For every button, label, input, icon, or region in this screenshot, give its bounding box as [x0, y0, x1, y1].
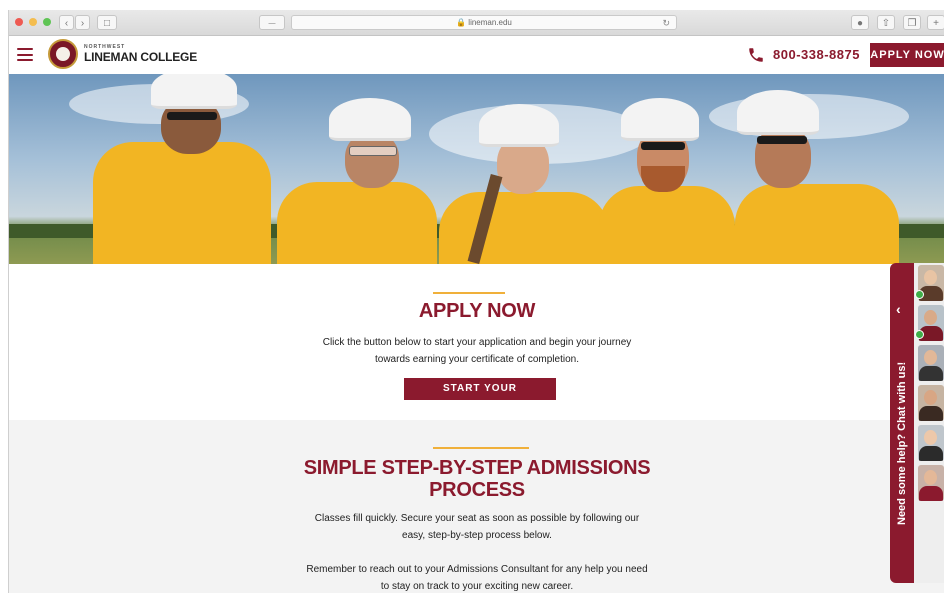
admissions-process-section: SIMPLE STEP-BY-STEP ADMISSIONS PROCESS C… — [9, 420, 944, 593]
section-divider — [433, 447, 529, 449]
online-status-icon — [915, 290, 924, 299]
chat-widget[interactable]: ‹ Need some help? Chat with us! — [890, 263, 944, 583]
online-status-icon — [915, 330, 924, 339]
chevron-left-icon[interactable]: ‹ — [896, 301, 901, 317]
apply-now-section: APPLY NOW Click the button below to star… — [9, 264, 944, 420]
shield-icon[interactable]: — — [259, 15, 285, 30]
new-tab-button[interactable]: + — [927, 15, 944, 30]
share-icon[interactable]: ⇧ — [877, 15, 895, 30]
minimize-window-button[interactable] — [29, 18, 37, 26]
process-heading-line-1: SIMPLE STEP-BY-STEP ADMISSIONS — [303, 457, 651, 479]
apply-description-line-2: towards earning your certificate of comp… — [375, 354, 579, 365]
hero-image — [9, 74, 944, 264]
browser-toolbar: ‹ › □ — 🔒 lineman.edu ↻ ● ⇧ ❐ + — [9, 10, 944, 36]
browser-window: ‹ › □ — 🔒 lineman.edu ↻ ● ⇧ ❐ + NORTHWES… — [8, 10, 944, 593]
apply-description-line-1: Click the button below to start your app… — [322, 337, 632, 348]
process-paragraph-1-line-2: easy, step-by-step process below. — [402, 530, 552, 541]
forward-button[interactable]: › — [75, 15, 90, 30]
agent-avatar[interactable] — [918, 385, 944, 421]
extension-icon[interactable]: ● — [851, 15, 869, 30]
back-button[interactable]: ‹ — [59, 15, 74, 30]
agent-avatar[interactable] — [918, 345, 944, 381]
process-heading-line-2: PROCESS — [429, 479, 525, 501]
logo-text[interactable]: LINEMAN COLLEGE — [84, 50, 197, 64]
process-paragraph-2-line-2: to stay on track to your exciting new ca… — [380, 581, 574, 592]
chat-tab[interactable]: ‹ Need some help? Chat with us! — [890, 263, 914, 583]
apply-now-header-button[interactable]: APPLY NOW — [870, 43, 944, 67]
reload-icon[interactable]: ↻ — [662, 16, 670, 30]
chat-agents — [914, 263, 944, 583]
address-bar[interactable]: 🔒 lineman.edu ↻ — [291, 15, 677, 30]
agent-avatar[interactable] — [918, 465, 944, 501]
agent-avatar[interactable] — [918, 425, 944, 461]
maximize-window-button[interactable] — [43, 18, 51, 26]
close-window-button[interactable] — [15, 18, 23, 26]
chat-label[interactable]: Need some help? Chat with us! — [896, 362, 908, 525]
site-header: NORTHWEST LINEMAN COLLEGE 800-338-8875 A… — [9, 36, 944, 75]
phone-icon — [749, 48, 763, 62]
lock-icon: 🔒 — [456, 18, 467, 27]
process-paragraph-2-line-1: Remember to reach out to your Admissions… — [306, 564, 648, 575]
tabs-icon[interactable]: ❐ — [903, 15, 921, 30]
section-divider — [433, 292, 505, 294]
hamburger-menu-icon[interactable] — [17, 48, 33, 61]
process-paragraph-1-line-1: Classes fill quickly. Secure your seat a… — [314, 513, 640, 524]
url-text: lineman.edu — [468, 18, 512, 27]
start-application-button[interactable]: START YOUR APPLICATION — [404, 378, 556, 416]
apply-now-heading: APPLY NOW — [418, 300, 536, 322]
phone-number-link[interactable]: 800-338-8875 — [773, 47, 860, 62]
college-logo-icon[interactable] — [48, 39, 78, 69]
sidebar-toggle-icon[interactable]: □ — [97, 15, 117, 30]
